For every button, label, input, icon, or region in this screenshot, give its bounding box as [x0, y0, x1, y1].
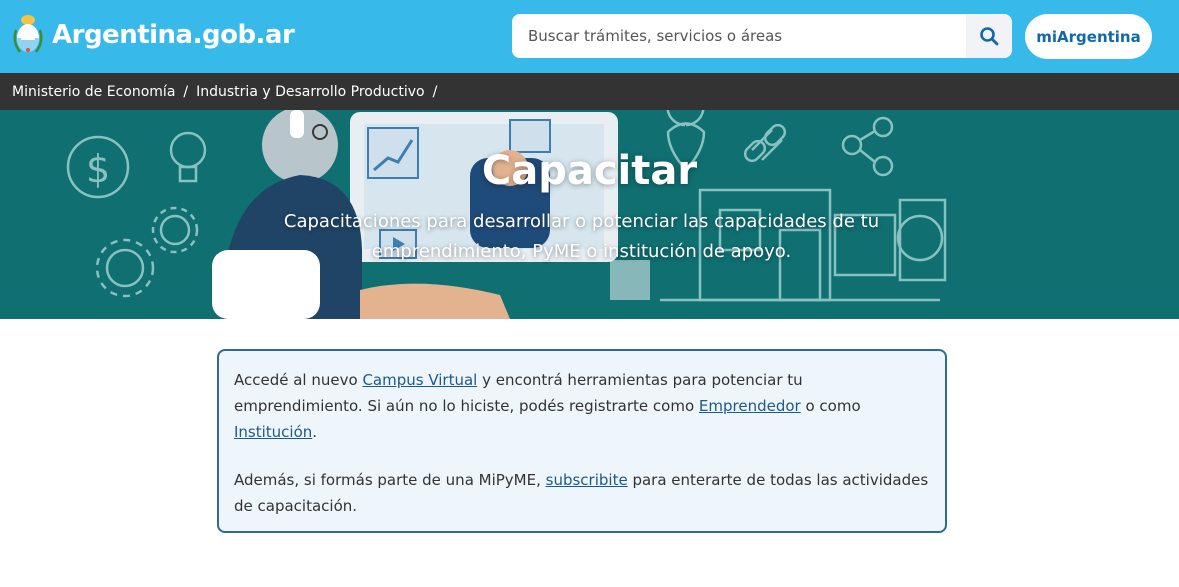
- page-title: Capacitar: [481, 148, 698, 194]
- miargentina-button[interactable]: miArgentina: [1025, 14, 1152, 59]
- hero-banner: $ Capacitar Capacitaciones para desarrol…: [0, 110, 1179, 319]
- breadcrumb: Ministerio de Economía / Industria y Des…: [0, 73, 1179, 110]
- breadcrumb-item-industria[interactable]: Industria y Desarrollo Productivo: [196, 84, 424, 100]
- page-subtitle: Capacitaciones para desarrollar o potenc…: [283, 211, 880, 262]
- subscribite-link[interactable]: subscribite: [546, 471, 628, 489]
- institucion-link[interactable]: Institución: [234, 423, 312, 441]
- search-bar: [512, 14, 1012, 58]
- breadcrumb-separator: /: [432, 83, 438, 100]
- breadcrumb-separator: /: [183, 83, 189, 100]
- top-header: Argentina.gob.ar miArgentina: [0, 0, 1179, 73]
- site-logo[interactable]: Argentina.gob.ar: [12, 12, 295, 58]
- campus-virtual-link[interactable]: Campus Virtual: [362, 371, 477, 389]
- emprendedor-link[interactable]: Emprendedor: [699, 397, 801, 415]
- search-icon: [980, 27, 999, 46]
- search-input[interactable]: [512, 14, 966, 58]
- notice-paragraph-subscribe: Además, si formás parte de una MiPyME, s…: [234, 471, 929, 515]
- info-notice: Accedé al nuevo Campus Virtual y encontr…: [217, 349, 947, 533]
- coat-of-arms-icon: [13, 15, 43, 53]
- site-name: Argentina.gob.ar: [52, 20, 295, 50]
- search-button[interactable]: [966, 14, 1012, 58]
- notice-paragraph-campus: Accedé al nuevo Campus Virtual y encontr…: [234, 371, 861, 441]
- breadcrumb-item-ministerio[interactable]: Ministerio de Economía: [12, 84, 175, 100]
